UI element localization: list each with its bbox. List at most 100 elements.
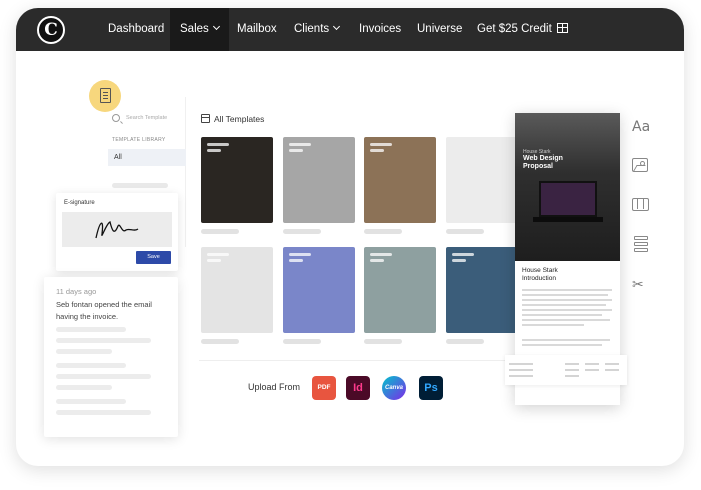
- template-card-desk-setup[interactable]: [201, 137, 273, 223]
- placeholder-line: [56, 363, 126, 368]
- card-title-bar: [289, 253, 311, 256]
- table-snippet: [505, 355, 627, 385]
- divider: [199, 360, 517, 361]
- signature-drawing: [95, 221, 139, 239]
- table-line: [585, 369, 599, 371]
- nav-mailbox-label: Mailbox: [237, 23, 277, 35]
- card-title-bar: [370, 143, 392, 146]
- scissors-tool-icon[interactable]: ✂: [632, 276, 650, 294]
- card-title-bar: [289, 143, 311, 146]
- nav-credit[interactable]: Get $25 Credit: [467, 8, 578, 51]
- template-caption: [201, 229, 239, 234]
- sidebar-item-all[interactable]: All: [108, 149, 186, 166]
- nav-sales[interactable]: Sales: [170, 8, 229, 51]
- chevron-down-icon: [333, 22, 341, 31]
- placeholder-line: [56, 374, 151, 379]
- table-line: [605, 369, 619, 371]
- table-line: [509, 369, 533, 371]
- search-input[interactable]: Search Template: [112, 113, 182, 127]
- columns-tool-icon[interactable]: [632, 198, 649, 211]
- card-title-bar: [207, 259, 221, 262]
- esignature-title: E-signature: [64, 200, 95, 206]
- table-line: [565, 369, 579, 371]
- placeholder-line: [522, 304, 606, 306]
- placeholder-line: [522, 294, 608, 296]
- nav-credit-label: Get $25 Credit: [477, 23, 552, 35]
- placeholder-line: [56, 399, 126, 404]
- templates-header-label: All Templates: [214, 114, 265, 124]
- nav-dashboard[interactable]: Dashboard: [98, 8, 174, 51]
- template-caption: [364, 229, 402, 234]
- template-caption: [446, 339, 484, 344]
- card-title-bar: [370, 259, 384, 262]
- template-card-workspace-top[interactable]: [364, 247, 436, 333]
- card-title-bar: [452, 259, 466, 262]
- search-icon: [112, 114, 120, 122]
- nav-mailbox[interactable]: Mailbox: [227, 8, 287, 51]
- placeholder-line: [56, 410, 151, 415]
- library-label: TEMPLATE LIBRARY: [112, 137, 166, 143]
- photoshop-upload-button[interactable]: Ps: [419, 376, 443, 400]
- proposal-hero-image: [515, 113, 620, 261]
- placeholder-line: [522, 319, 610, 321]
- canva-upload-button[interactable]: Canva: [382, 376, 406, 400]
- signature-pad[interactable]: [62, 212, 172, 247]
- placeholder-line: [522, 344, 602, 346]
- placeholder-line: [522, 289, 612, 291]
- activity-message: Seb fontan opened the email having the i…: [56, 300, 152, 321]
- template-grid-icon: [201, 114, 210, 123]
- top-navbar: C Dashboard Sales Mailbox Clients Invoic…: [16, 8, 684, 51]
- placeholder-line: [522, 314, 602, 316]
- template-card-camera[interactable]: [283, 137, 355, 223]
- nav-dashboard-label: Dashboard: [108, 23, 165, 35]
- app-logo[interactable]: C: [37, 16, 65, 44]
- app-window: C Dashboard Sales Mailbox Clients Invoic…: [16, 8, 684, 466]
- indesign-upload-button[interactable]: Id: [346, 376, 370, 400]
- card-title-bar: [207, 143, 229, 146]
- sidebar-item-placeholder[interactable]: [112, 183, 168, 188]
- placeholder-line: [522, 339, 610, 341]
- table-line: [509, 375, 533, 377]
- template-card-blank[interactable]: [446, 137, 518, 223]
- laptop-image: [533, 181, 603, 222]
- upload-label: Upload From: [248, 382, 301, 392]
- table-line: [509, 363, 533, 365]
- rows-tool-icon[interactable]: [634, 236, 648, 252]
- table-line: [565, 375, 579, 377]
- activity-time: 11 days ago: [56, 287, 97, 296]
- table-line: [605, 363, 619, 365]
- template-card-team-meeting[interactable]: [364, 137, 436, 223]
- search-placeholder: Search Template: [126, 115, 168, 121]
- placeholder-line: [56, 349, 112, 354]
- nav-invoices-label: Invoices: [359, 23, 402, 35]
- proposal-title: Web Design Proposal: [523, 155, 563, 170]
- template-caption: [201, 339, 239, 344]
- nav-universe[interactable]: Universe: [407, 8, 472, 51]
- chevron-down-icon: [212, 22, 220, 31]
- template-card-building[interactable]: [446, 247, 518, 333]
- placeholder-line: [56, 385, 112, 390]
- template-caption: [283, 229, 321, 234]
- template-caption: [283, 339, 321, 344]
- nav-sales-label: Sales: [180, 23, 209, 35]
- save-button[interactable]: Save: [136, 251, 171, 264]
- nav-clients-label: Clients: [294, 23, 330, 35]
- text-tool-icon[interactable]: Aa: [632, 118, 650, 136]
- proposal-section-title: House Stark Introduction: [522, 267, 558, 282]
- gift-icon: [556, 23, 568, 33]
- template-card-abstract-3d[interactable]: [283, 247, 355, 333]
- card-title-bar: [207, 149, 221, 152]
- placeholder-line: [56, 338, 151, 343]
- document-icon[interactable]: [89, 80, 121, 112]
- pdf-upload-button[interactable]: PDF: [312, 376, 336, 400]
- nav-clients[interactable]: Clients: [284, 8, 349, 51]
- template-caption: [446, 229, 484, 234]
- card-title-bar: [370, 149, 384, 152]
- card-title-bar: [207, 253, 229, 256]
- nav-invoices[interactable]: Invoices: [349, 8, 411, 51]
- image-tool-icon[interactable]: [632, 158, 648, 172]
- table-line: [585, 363, 599, 365]
- templates-header: All Templates: [201, 113, 264, 124]
- card-title-bar: [370, 253, 392, 256]
- template-card-plant[interactable]: [201, 247, 273, 333]
